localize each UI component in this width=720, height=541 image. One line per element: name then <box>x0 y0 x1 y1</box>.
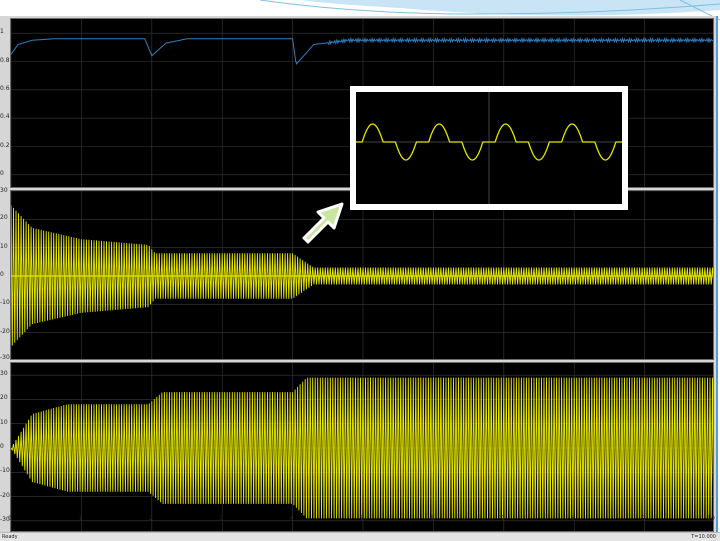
x-tick-label: 0 <box>8 515 12 522</box>
trace-waveform <box>11 205 713 346</box>
x-tick-label: 6 <box>430 515 435 522</box>
y-tick-label: 10 <box>0 242 8 250</box>
y-tick-label: -10 <box>0 467 10 475</box>
y-tick-label: -10 <box>0 299 10 307</box>
x-tick-label: 1 <box>78 515 83 522</box>
x-tick-label: 8 <box>571 515 576 522</box>
y-tick-label: 0.8 <box>0 56 10 64</box>
y-tick-label: -20 <box>0 491 10 499</box>
x-tick-label: 7 <box>500 515 505 522</box>
y-tick-label: 20 <box>0 394 8 402</box>
plot-middle-svg <box>11 191 713 359</box>
x-tick-label: 4 <box>289 515 294 522</box>
x-tick-label: 10 <box>707 515 715 522</box>
plot-bottom-svg <box>11 363 713 531</box>
x-tick-label: 9 <box>641 515 646 522</box>
y-tick-label: 30 <box>0 187 8 194</box>
trace-line <box>11 36 713 65</box>
y-tick-label: 0.4 <box>0 113 10 121</box>
y-tick-label: 0 <box>0 271 4 278</box>
y-tick-label: -30 <box>0 354 10 361</box>
y-tick-label: 0 <box>0 169 4 177</box>
x-tick-label: 2 <box>148 515 153 522</box>
y-tick-label: 0 <box>0 443 4 450</box>
y-tick-label: 0.2 <box>0 141 10 149</box>
plot-middle <box>10 190 714 360</box>
zoom-callout <box>350 86 628 210</box>
y-tick-label: -20 <box>0 327 10 335</box>
y-tick-label: 10 <box>0 418 8 426</box>
y-tick-label: 30 <box>0 370 8 378</box>
y-tick-label: 20 <box>0 214 8 222</box>
zoomed-waveform <box>356 92 622 204</box>
x-tick-label: 3 <box>219 515 224 522</box>
plot-bottom <box>10 362 714 532</box>
y-tick-label: 0.6 <box>0 84 10 92</box>
arrow-icon <box>302 202 344 244</box>
y-tick-label: 1 <box>0 28 4 36</box>
x-tick-label: 5 <box>360 515 364 522</box>
